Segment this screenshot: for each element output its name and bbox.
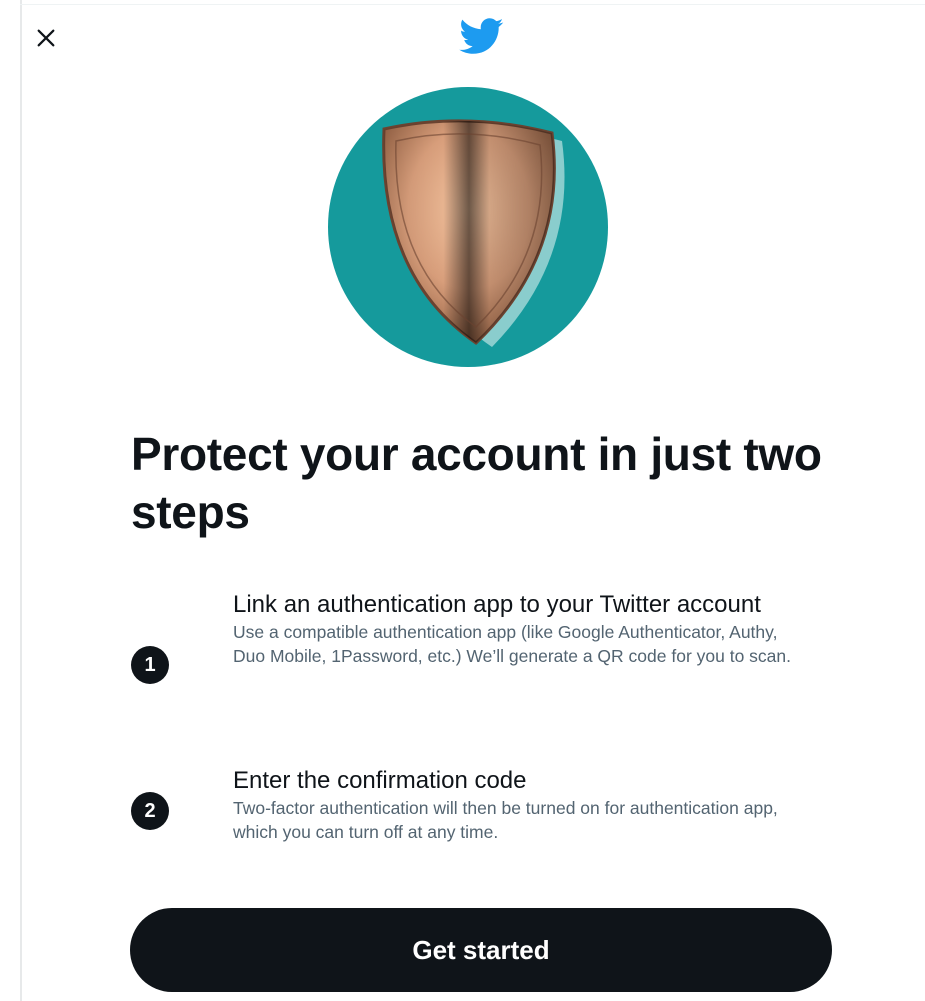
dialog-top-border <box>20 4 925 5</box>
page-title: Protect your account in just two steps <box>131 428 822 538</box>
step-2: 2 Enter the confirmation code Two-factor… <box>131 766 831 866</box>
step-number-badge: 1 <box>131 646 169 684</box>
twitter-bird-icon <box>459 18 504 54</box>
step-1: 1 Link an authentication app to your Twi… <box>131 590 831 740</box>
step-title: Enter the confirmation code <box>233 767 527 794</box>
shield-illustration <box>328 87 608 367</box>
step-text: Link an authentication app to your Twitt… <box>233 590 793 668</box>
get-started-button[interactable]: Get started <box>130 908 832 992</box>
step-number-badge: 2 <box>131 792 169 830</box>
two-factor-setup-dialog: Protect your account in just two steps 1… <box>0 0 925 1001</box>
dialog-border <box>20 0 22 1001</box>
step-title: Link an authentication app to your Twitt… <box>233 591 761 618</box>
close-button[interactable] <box>26 18 66 58</box>
step-description: Two-factor authentication will then be t… <box>233 798 778 842</box>
step-description: Use a compatible authentication app (lik… <box>233 622 792 666</box>
close-icon <box>37 29 55 47</box>
step-text: Enter the confirmation code Two-factor a… <box>233 766 793 844</box>
